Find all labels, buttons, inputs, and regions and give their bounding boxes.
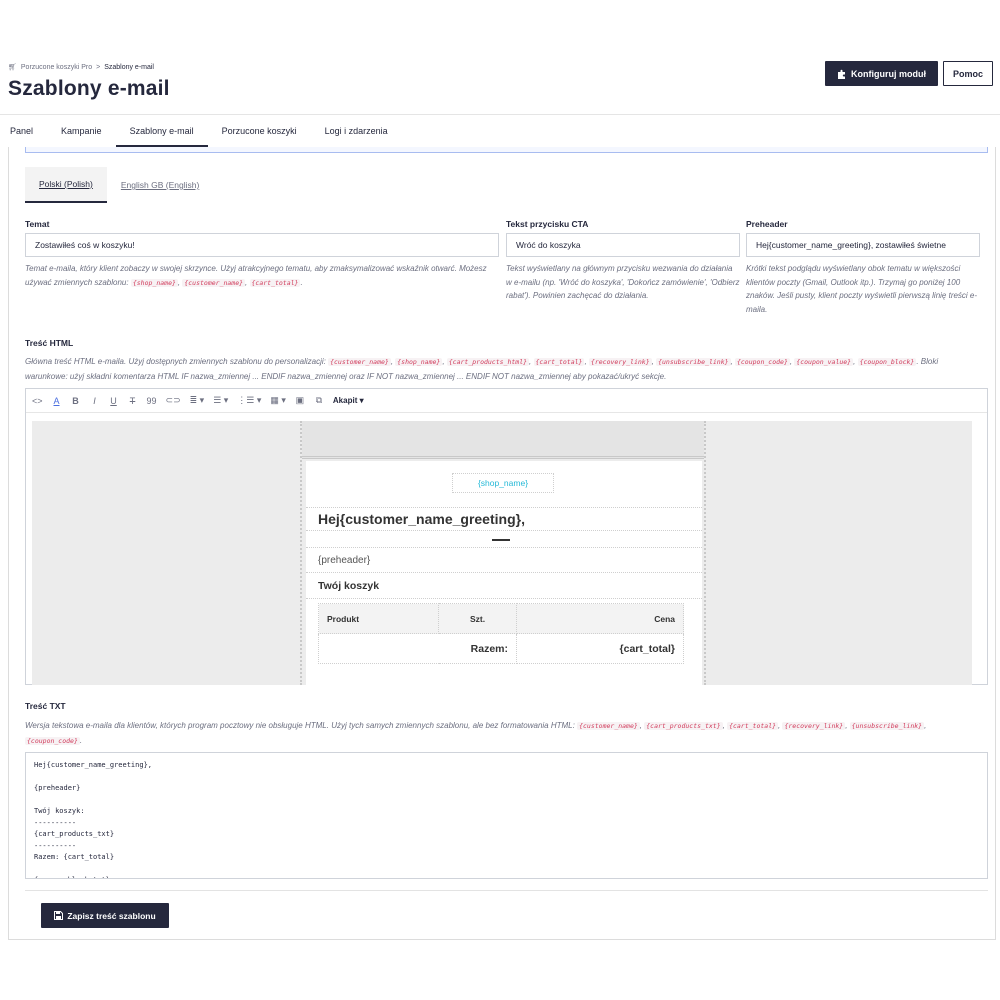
email-preview-header bbox=[302, 421, 704, 459]
var-item: {cart_products_txt} bbox=[644, 722, 723, 730]
italic-icon[interactable]: I bbox=[90, 394, 100, 408]
tab-abandoned-carts[interactable]: Porzucone koszyki bbox=[208, 115, 311, 147]
var-item: {customer_name} bbox=[328, 358, 391, 366]
help-button[interactable]: Pomoc bbox=[943, 61, 993, 86]
var-item: {cart_total} bbox=[727, 722, 779, 730]
cta-label: Tekst przycisku CTA bbox=[506, 219, 589, 229]
txt-content-textarea[interactable]: Hej{customer_name_greeting}, {preheader}… bbox=[25, 752, 988, 879]
template-card: Polski (Polish) English GB (English) Tem… bbox=[8, 147, 996, 940]
footer-divider bbox=[25, 890, 988, 891]
var-cart-total: {cart_total} bbox=[249, 278, 301, 287]
tab-panel[interactable]: Panel bbox=[0, 115, 47, 147]
info-alert-edge bbox=[25, 147, 988, 153]
tab-logs[interactable]: Logi i zdarzenia bbox=[311, 115, 402, 147]
var-item: {recovery_link} bbox=[782, 722, 846, 730]
preheader-input[interactable]: Hej{customer_name_greeting}, zostawiłeś … bbox=[746, 233, 980, 257]
preview-shop-name: {shop_name} bbox=[452, 473, 554, 493]
var-item: {cart_total} bbox=[533, 358, 585, 366]
breadcrumb-separator: > bbox=[96, 63, 101, 71]
column-header-qty: Szt. bbox=[438, 603, 517, 634]
configure-module-button[interactable]: Konfiguruj moduł bbox=[825, 61, 938, 86]
underline-icon[interactable]: U bbox=[109, 394, 119, 408]
breadcrumb-current: Szablony e-mail bbox=[104, 63, 154, 71]
tab-campaigns[interactable]: Kampanie bbox=[47, 115, 116, 147]
column-header-price: Cena bbox=[516, 603, 684, 634]
var-customer-name: {customer_name} bbox=[182, 278, 246, 287]
editor-toolbar: <> A B I U T 99 ⊂⊃ ≣ ▾ ☰ ▾ ⋮☰ ▾ ▦ ▾ ▣ ⧉ … bbox=[26, 389, 987, 413]
link-icon[interactable]: ⊂⊃ bbox=[166, 394, 181, 408]
var-item: {coupon_code} bbox=[25, 736, 80, 745]
table-header-row: Produkt Szt. Cena bbox=[318, 603, 684, 634]
paragraph-format-select[interactable]: Akapit ▾ bbox=[333, 394, 364, 408]
language-tab-english[interactable]: English GB (English) bbox=[107, 167, 213, 203]
html-editor[interactable]: <> A B I U T 99 ⊂⊃ ≣ ▾ ☰ ▾ ⋮☰ ▾ ▦ ▾ ▣ ⧉ … bbox=[25, 388, 988, 685]
cart-icon: 🛒︎ bbox=[8, 64, 17, 71]
html-content-help: Główna treść HTML e-maila. Użyj dostępny… bbox=[25, 357, 939, 381]
table-total-row: Razem: {cart_total} bbox=[318, 633, 684, 664]
breadcrumb-parent[interactable]: Porzucone koszyki Pro bbox=[21, 64, 92, 71]
bullet-list-icon[interactable]: ☰ ▾ bbox=[213, 394, 228, 408]
language-tab-polish[interactable]: Polski (Polish) bbox=[25, 167, 107, 203]
strikethrough-icon[interactable]: T bbox=[128, 394, 138, 408]
tab-email-templates[interactable]: Szablony e-mail bbox=[115, 115, 208, 147]
cta-input[interactable]: Wróć do koszyka bbox=[506, 233, 740, 257]
var-item: {unsubscribe_link} bbox=[656, 358, 731, 366]
html-content-label: Treść HTML bbox=[25, 338, 74, 348]
preview-cart-title: Twój koszyk bbox=[306, 573, 702, 599]
txt-content-label: Treść TXT bbox=[25, 701, 66, 711]
save-template-button[interactable]: Zapisz treść szablonu bbox=[41, 903, 169, 928]
language-tabs: Polski (Polish) English GB (English) bbox=[25, 167, 213, 203]
email-preview-body: {shop_name} Hej{customer_name_greeting},… bbox=[306, 461, 702, 685]
numbered-list-icon[interactable]: ⋮☰ ▾ bbox=[237, 394, 261, 408]
main-tabs: Panel Kampanie Szablony e-mail Porzucone… bbox=[0, 115, 1000, 147]
total-label: Razem: bbox=[318, 633, 517, 664]
preview-greeting: Hej{customer_name_greeting}, bbox=[306, 507, 702, 531]
column-header-product: Produkt bbox=[318, 603, 439, 634]
bold-icon[interactable]: B bbox=[71, 394, 81, 408]
configure-module-label: Konfiguruj moduł bbox=[851, 68, 926, 79]
email-preview: {shop_name} Hej{customer_name_greeting},… bbox=[300, 421, 706, 685]
image-icon[interactable]: ▣ bbox=[295, 394, 305, 408]
table-icon[interactable]: ▦ ▾ bbox=[270, 394, 286, 408]
total-value: {cart_total} bbox=[516, 633, 684, 664]
var-item: {coupon_value} bbox=[794, 358, 854, 366]
var-item: {customer_name} bbox=[577, 722, 640, 730]
var-item: {coupon_code} bbox=[734, 358, 790, 366]
var-item: {shop_name} bbox=[395, 358, 443, 366]
quote-icon[interactable]: 99 bbox=[147, 394, 157, 408]
save-icon bbox=[54, 911, 64, 920]
source-code-icon[interactable]: <> bbox=[32, 394, 43, 408]
txt-help-prefix: Wersja tekstowa e-maila dla klientów, kt… bbox=[25, 721, 575, 730]
page-title: Szablony e-mail bbox=[8, 77, 170, 100]
var-item: {unsubscribe_link} bbox=[849, 722, 925, 730]
save-template-label: Zapisz treść szablonu bbox=[67, 910, 156, 921]
html-help-prefix: Główna treść HTML e-maila. Użyj dostępny… bbox=[25, 357, 326, 366]
var-item: {cart_products_html} bbox=[446, 358, 530, 366]
paragraph-format-label: Akapit bbox=[332, 396, 358, 405]
media-icon[interactable]: ⧉ bbox=[314, 394, 324, 408]
page-header: 🛒︎ Porzucone koszyki Pro > Szablony e-ma… bbox=[0, 0, 1000, 115]
var-item: {recovery_link} bbox=[588, 358, 652, 366]
subject-input[interactable]: Zostawiłeś coś w koszyku! bbox=[25, 233, 499, 257]
var-shop-name: {shop_name} bbox=[130, 278, 178, 287]
preview-preheader: {preheader} bbox=[306, 547, 702, 573]
cta-help: Tekst wyświetlany na głównym przycisku w… bbox=[506, 264, 740, 300]
txt-content-help: Wersja tekstowa e-maila dla klientów, kt… bbox=[25, 721, 927, 745]
var-item: {coupon_block} bbox=[857, 358, 917, 366]
subject-help: Temat e-maila, który klient zobaczy w sw… bbox=[25, 264, 487, 287]
text-color-icon[interactable]: A bbox=[52, 394, 62, 408]
align-icon[interactable]: ≣ ▾ bbox=[190, 394, 205, 408]
subject-label: Temat bbox=[25, 219, 50, 229]
editor-canvas[interactable]: {shop_name} Hej{customer_name_greeting},… bbox=[32, 421, 972, 685]
preview-divider bbox=[492, 539, 510, 541]
breadcrumb: 🛒︎ Porzucone koszyki Pro > Szablony e-ma… bbox=[8, 63, 154, 72]
preview-cart-table: Produkt Szt. Cena Razem: {cart_total} bbox=[318, 603, 684, 664]
preheader-label: Preheader bbox=[746, 219, 788, 229]
puzzle-icon bbox=[838, 69, 845, 79]
preheader-help: Krótki tekst podglądu wyświetlany obok t… bbox=[746, 264, 978, 314]
